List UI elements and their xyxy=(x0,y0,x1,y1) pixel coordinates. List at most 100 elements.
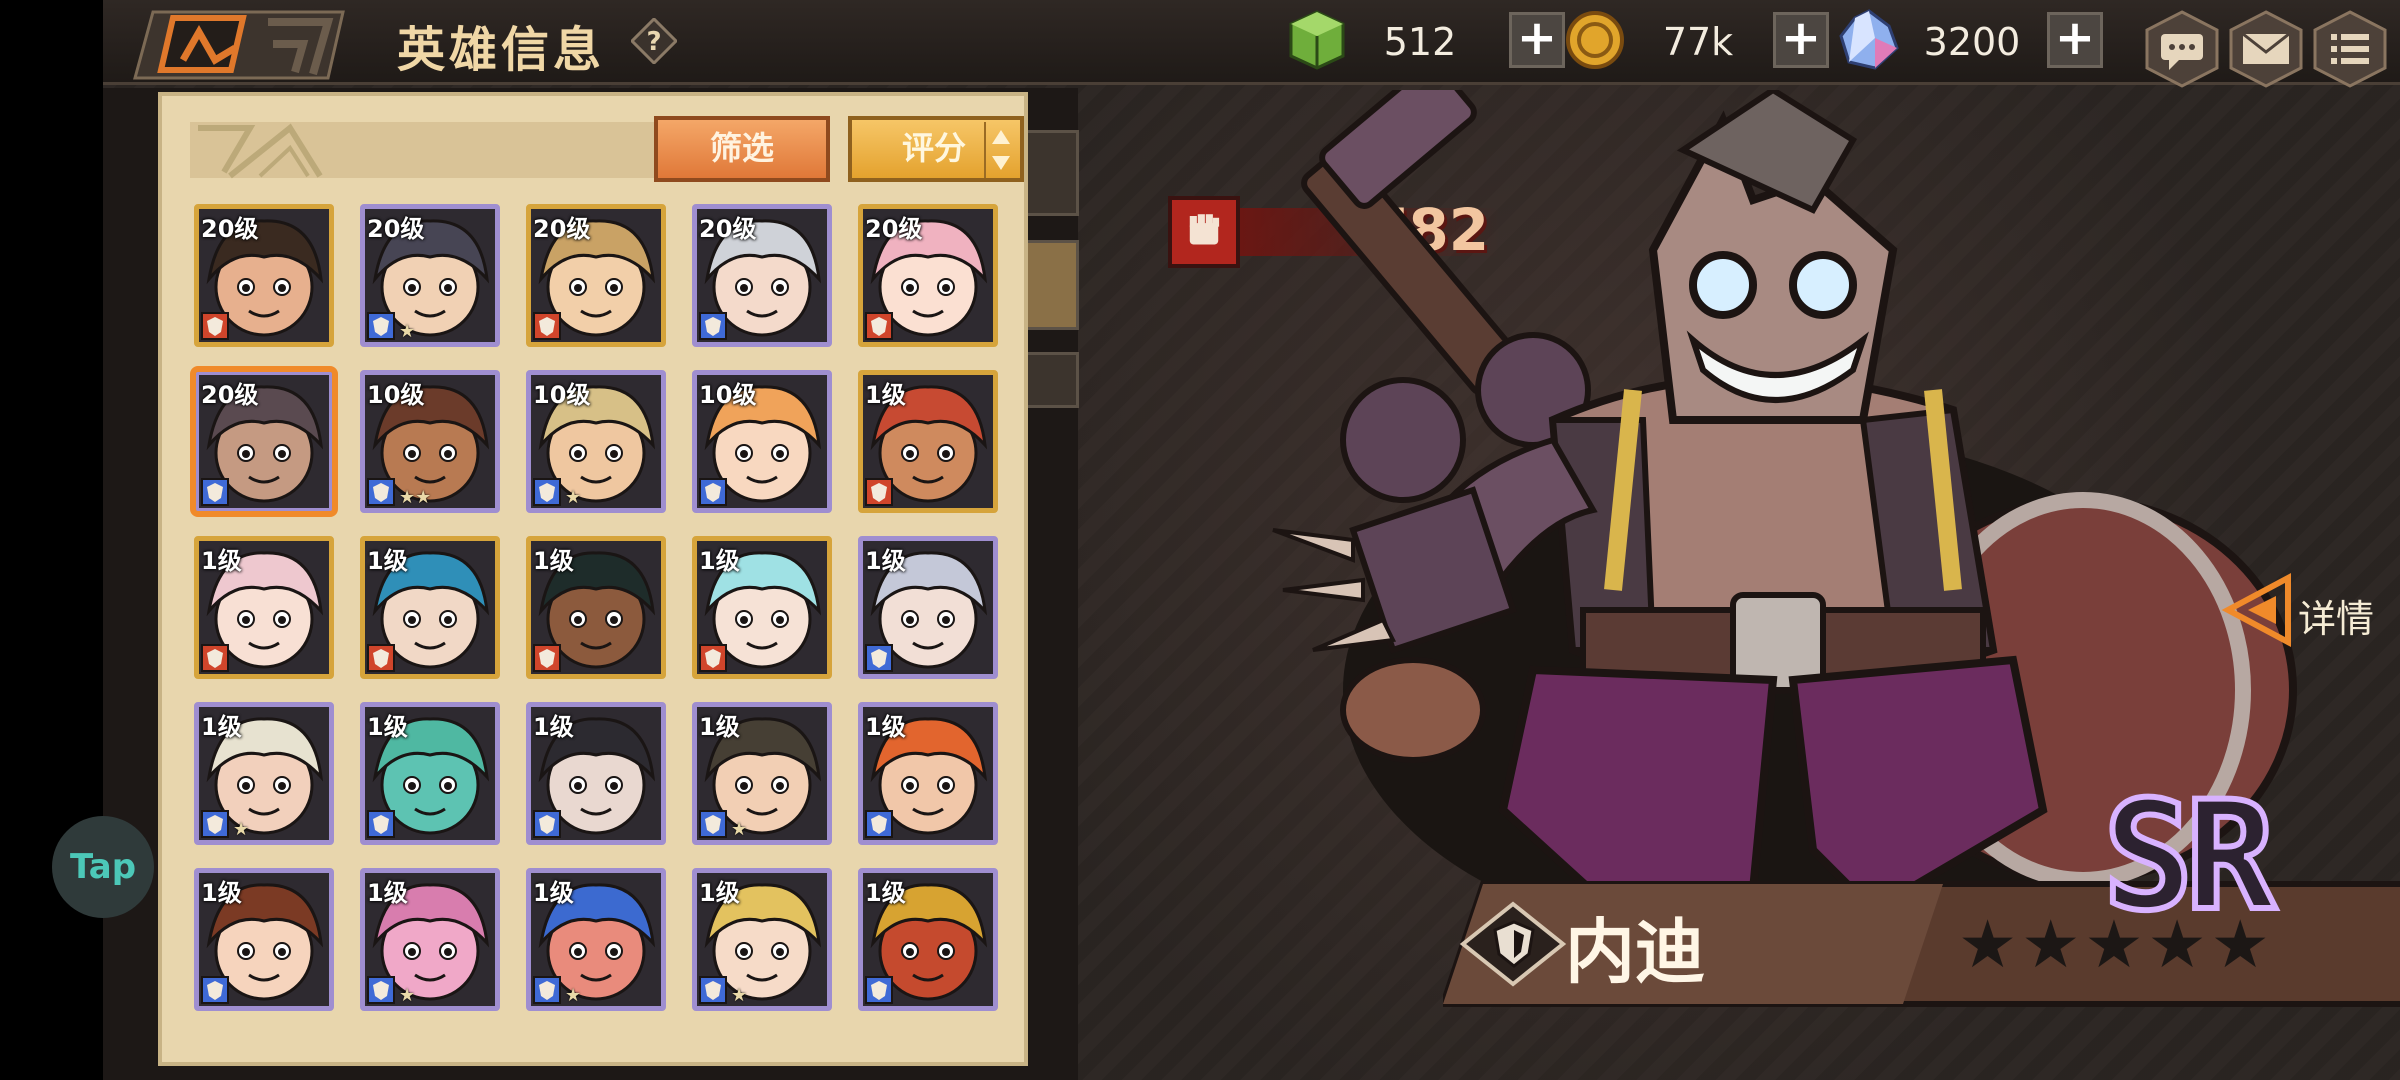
hero-card[interactable]: 1级 xyxy=(858,702,998,845)
hero-card[interactable]: 1级 ★ xyxy=(194,702,334,845)
gold-coin-icon xyxy=(1566,11,1624,69)
class-icon xyxy=(699,810,727,838)
hero-level: 1级 xyxy=(699,879,740,907)
hero-card[interactable]: 20级 xyxy=(858,204,998,347)
class-icon xyxy=(865,644,893,672)
hero-card[interactable]: 20级 xyxy=(190,366,338,517)
hero-card[interactable]: 20级 xyxy=(526,204,666,347)
hero-card[interactable]: 1级 xyxy=(692,536,832,679)
sort-arrows-icon xyxy=(984,122,1010,178)
hero-card[interactable]: 1级 xyxy=(194,868,334,1011)
hero-level: 1级 xyxy=(367,547,408,575)
class-icon xyxy=(699,312,727,340)
hero-card[interactable]: 10级 xyxy=(692,370,832,513)
hero-level: 1级 xyxy=(201,547,242,575)
class-icon xyxy=(865,810,893,838)
hero-card[interactable]: 20级 xyxy=(194,204,334,347)
detail-button[interactable]: 详情 xyxy=(2218,560,2398,660)
tap-floating-button[interactable]: Tap xyxy=(52,816,154,918)
fist-icon xyxy=(1168,196,1240,268)
hero-level: 1级 xyxy=(865,381,906,409)
hero-card[interactable]: 1级 ★ xyxy=(692,868,832,1011)
hero-level: 1级 xyxy=(533,713,574,741)
hero-level: 20级 xyxy=(699,215,757,243)
class-icon xyxy=(865,976,893,1004)
hero-level: 1级 xyxy=(367,879,408,907)
hero-level: 20级 xyxy=(865,215,923,243)
question-icon[interactable]: ? xyxy=(631,18,677,64)
hero-card-stars: ★ xyxy=(565,985,582,1006)
chat-icon[interactable] xyxy=(2143,10,2221,88)
svg-text:?: ? xyxy=(646,27,661,57)
hero-level: 20级 xyxy=(201,381,259,409)
hero-card[interactable]: 1级 xyxy=(858,370,998,513)
hero-card[interactable]: 1级 xyxy=(194,536,334,679)
class-icon xyxy=(367,478,395,506)
shield-class-icon xyxy=(1493,920,1535,968)
hero-card[interactable]: 1级 xyxy=(526,702,666,845)
filter-button[interactable]: 筛选 xyxy=(654,116,830,182)
hero-card[interactable]: 1级 xyxy=(858,536,998,679)
gold-resource: 77k + xyxy=(1563,8,1863,69)
class-icon xyxy=(533,644,561,672)
hero-card-stars: ★★ xyxy=(399,487,432,508)
sort-button[interactable]: 评分 xyxy=(848,116,1024,182)
top-bar: 英雄信息 ? 512 + 77k + 3200 + xyxy=(103,0,2400,88)
class-icon xyxy=(533,810,561,838)
hero-card[interactable]: 1级 ★ xyxy=(692,702,832,845)
side-tab-3[interactable] xyxy=(1021,352,1079,408)
hero-level: 1级 xyxy=(865,547,906,575)
energy-add-button[interactable]: + xyxy=(1509,12,1565,68)
hero-card[interactable]: 10级 ★ xyxy=(526,370,666,513)
game-viewport: 英雄信息 ? 512 + 77k + 3200 + 筛选 评分 20级 20级 … xyxy=(103,0,2400,1080)
energy-value: 512 xyxy=(1383,20,1457,64)
hero-card-stars: ★ xyxy=(399,321,416,342)
hero-card[interactable]: 1级 xyxy=(360,536,500,679)
sort-label: 评分 xyxy=(902,129,967,167)
menu-icon[interactable] xyxy=(2311,10,2389,88)
hero-card[interactable]: 1级 xyxy=(360,702,500,845)
back-logo-icon[interactable] xyxy=(123,4,353,86)
hero-level: 1级 xyxy=(201,713,242,741)
class-icon xyxy=(699,644,727,672)
class-icon xyxy=(533,312,561,340)
hero-level: 10级 xyxy=(699,381,757,409)
hero-card-stars: ★ xyxy=(233,819,250,840)
crystal-add-button[interactable]: + xyxy=(2047,12,2103,68)
hero-card[interactable]: 1级 xyxy=(858,868,998,1011)
detail-arrow-icon xyxy=(2221,573,2291,647)
hero-card[interactable]: 1级 ★ xyxy=(526,868,666,1011)
hero-name: 内迪 xyxy=(1565,911,1705,993)
crystal-icon xyxy=(1839,9,1899,70)
class-icon xyxy=(367,976,395,1004)
hero-card[interactable]: 20级 ★ xyxy=(360,204,500,347)
mail-icon[interactable] xyxy=(2227,10,2305,88)
class-icon xyxy=(533,976,561,1004)
class-icon xyxy=(865,312,893,340)
hero-level: 1级 xyxy=(201,879,242,907)
hero-card[interactable]: 10级 ★★ xyxy=(360,370,500,513)
hero-level: 10级 xyxy=(533,381,591,409)
crystal-value: 3200 xyxy=(1923,20,2021,64)
green-cube-icon xyxy=(1289,10,1345,70)
hero-level: 1级 xyxy=(367,713,408,741)
hero-card[interactable]: 20级 xyxy=(692,204,832,347)
hero-level: 1级 xyxy=(865,879,906,907)
side-tab-1[interactable] xyxy=(1021,130,1079,216)
hero-card[interactable]: 1级 ★ xyxy=(360,868,500,1011)
hero-level: 1级 xyxy=(699,713,740,741)
hero-level: 1级 xyxy=(533,879,574,907)
hero-level: 20级 xyxy=(533,215,591,243)
hero-level: 1级 xyxy=(699,547,740,575)
gold-add-button[interactable]: + xyxy=(1773,12,1829,68)
class-icon xyxy=(201,644,229,672)
hero-level: 20级 xyxy=(201,215,259,243)
hero-level: 10级 xyxy=(367,381,425,409)
hero-card[interactable]: 1级 xyxy=(526,536,666,679)
side-tab-2[interactable] xyxy=(1021,240,1079,330)
hero-card-stars: ★ xyxy=(399,985,416,1006)
hero-level: 1级 xyxy=(533,547,574,575)
rarity-badge: SR xyxy=(2100,767,2279,947)
class-icon xyxy=(201,312,229,340)
class-icon xyxy=(201,810,229,838)
